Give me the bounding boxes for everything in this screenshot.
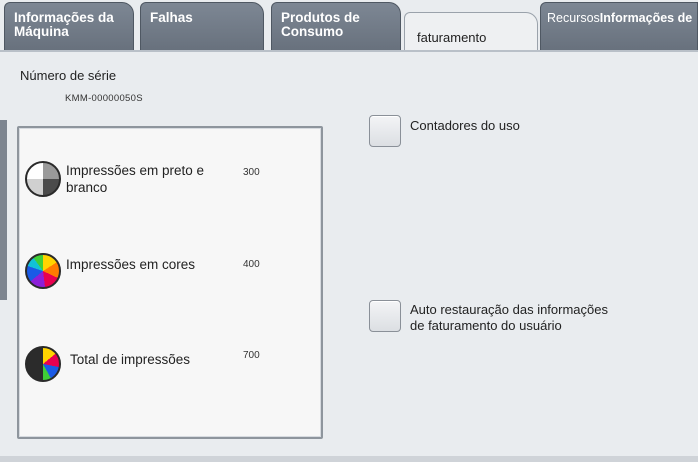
usage-counters-button[interactable] [369,115,401,147]
usage-counters-label: Contadores do uso [410,118,520,133]
color-print-icon [25,253,61,289]
counter-value: 400 [243,259,260,270]
tab-label-extra: Informações de [599,11,693,25]
tab-label: faturamento [417,30,487,45]
tab-machine-information[interactable]: Informações da Máquina [4,2,134,50]
auto-restore-checkbox[interactable] [369,300,401,332]
tab-faults[interactable]: Falhas [140,2,264,50]
counter-row-total: Total de impressões 700 [19,340,319,390]
counter-label: Impressões em cores [66,257,196,272]
counter-label: Impressões em preto e branco [66,163,205,195]
serial-number-value: KMM-00000050S [65,93,143,104]
counter-label: Total de impressões [70,352,191,367]
tab-label: Recursos [547,11,600,25]
tab-label: Informações da Máquina [14,10,114,39]
tab-resources[interactable]: RecursosInformações de [540,2,698,50]
total-print-icon [25,346,61,382]
bottom-edge [0,456,698,462]
tab-label: Falhas [150,10,193,25]
counter-row-color: Impressões em cores 400 [19,244,319,294]
tab-consumables[interactable]: Produtos de Consumo [271,2,401,50]
auto-restore-label: Auto restauração das informações de fatu… [410,302,608,333]
black-white-print-icon [25,161,61,197]
impressions-counters-panel: Impressões em preto e branco 300 Impress… [17,126,323,439]
tab-billing[interactable]: faturamento [404,12,538,52]
tab-strip-divider [0,50,698,52]
serial-number-label: Número de série [20,68,117,83]
counter-value: 700 [243,350,260,361]
counter-row-black-white: Impressões em preto e branco 300 [19,154,319,204]
left-edge-accent [0,120,7,300]
counter-value: 300 [243,167,260,178]
billing-information-screen: Informações da Máquina Falhas Produtos d… [0,0,698,462]
tab-label: Produtos de Consumo [281,10,360,39]
